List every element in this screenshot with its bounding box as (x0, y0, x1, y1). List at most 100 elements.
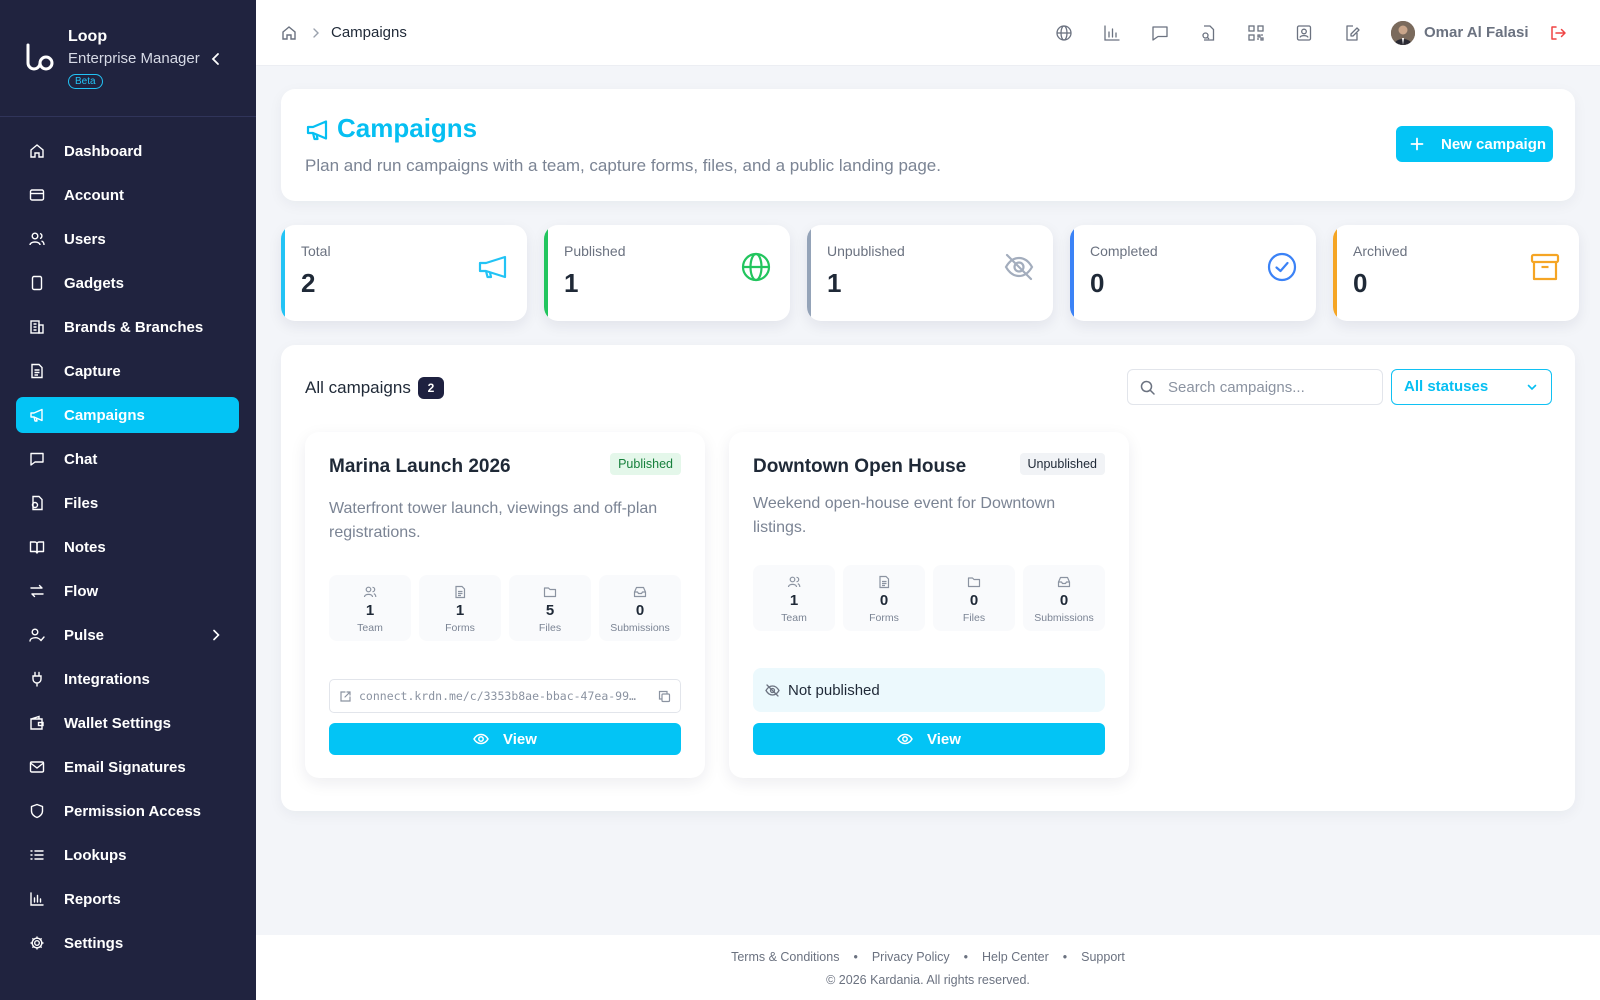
logout-icon[interactable] (1549, 24, 1567, 42)
sidebar-item-brands-branches[interactable]: Brands & Branches (16, 309, 239, 345)
campaign-metrics: 1 Team 0 Forms 0 Files 0 Submissions (753, 565, 1105, 631)
search-input[interactable] (1168, 370, 1378, 404)
sidebar-item-email-signatures[interactable]: Email Signatures (16, 749, 239, 785)
campaign-card[interactable]: Downtown Open House Unpublished Weekend … (729, 432, 1129, 778)
metric-value: 1 (455, 602, 465, 619)
status-badge: Unpublished (1019, 453, 1105, 475)
page-header-card: Campaigns Plan and run campaigns with a … (281, 89, 1575, 201)
sidebar-item-label: Files (64, 494, 99, 512)
search-box (1127, 369, 1383, 405)
brand: Loop Enterprise Manager Beta (22, 26, 242, 96)
megaphone-icon (478, 255, 507, 279)
folder-icon (967, 577, 981, 588)
metric-files: 5 Files (509, 575, 591, 641)
avatar[interactable] (1391, 21, 1415, 45)
stat-value: 0 (1353, 268, 1368, 298)
sidebar-item-capture[interactable]: Capture (16, 353, 239, 389)
sidebar-item-pulse[interactable]: Pulse (16, 617, 239, 653)
sidebar-item-reports[interactable]: Reports (16, 881, 239, 917)
metric-label: Forms (445, 622, 475, 634)
list-icon (30, 850, 44, 860)
metric-value: 1 (365, 602, 375, 619)
metric-files: 0 Files (933, 565, 1015, 631)
building-icon (30, 320, 44, 334)
sidebar-item-lookups[interactable]: Lookups (16, 837, 239, 873)
metric-label: Forms (869, 612, 899, 624)
sidebar-item-label: Permission Access (64, 802, 202, 820)
pulse-icon (29, 628, 45, 642)
users-icon (29, 232, 45, 246)
campaign-title[interactable]: Downtown Open House (753, 456, 966, 478)
public-link-field[interactable]: connect.krdn.me/c/3353b8ae-bbac-47ea-99… (329, 679, 681, 713)
metric-team: 1 Team (329, 575, 411, 641)
chat-icon[interactable] (1151, 24, 1169, 42)
campaign-card[interactable]: Marina Launch 2026 Published Waterfront … (305, 432, 705, 778)
sidebar-item-permission-access[interactable]: Permission Access (16, 793, 239, 829)
sidebar-item-settings[interactable]: Settings (16, 925, 239, 961)
globe-icon (741, 252, 771, 282)
user-photo-icon (1391, 21, 1415, 45)
metric-label: Files (962, 612, 986, 624)
sidebar-item-label: Pulse (64, 626, 105, 644)
copy-icon[interactable] (658, 690, 671, 703)
document-icon (31, 363, 43, 379)
sidebar-item-label: Flow (64, 582, 99, 600)
sidebar-item-wallet-settings[interactable]: Wallet Settings (16, 705, 239, 741)
sidebar-item-files[interactable]: Files (16, 485, 239, 521)
sidebar-item-users[interactable]: Users (16, 221, 239, 257)
gear-icon (30, 936, 44, 950)
stat-label: Published (564, 243, 626, 259)
chevron-right-icon (313, 28, 319, 38)
edit-icon[interactable] (1343, 24, 1361, 42)
sidebar-item-integrations[interactable]: Integrations (16, 661, 239, 697)
stat-accent-bar (544, 225, 548, 321)
external-link-icon (340, 691, 351, 702)
stat-label: Unpublished (827, 243, 905, 259)
not-published-notice: Not published (753, 668, 1105, 712)
new-campaign-label: New campaign (1441, 135, 1547, 153)
footer-separator: • (853, 950, 858, 964)
user-name[interactable]: Omar Al Falasi (1424, 24, 1529, 41)
eye-off-icon (1004, 253, 1034, 281)
count-badge: 2 (418, 377, 444, 399)
footer-links: Terms & Conditions • Privacy Policy • Help C… (256, 950, 1600, 964)
sidebar-item-label: Wallet Settings (64, 714, 171, 732)
footer-link-support[interactable]: Support (1081, 950, 1125, 964)
sidebar-item-campaigns[interactable]: Campaigns (16, 397, 239, 433)
new-campaign-button[interactable]: New campaign (1396, 126, 1553, 162)
contact-icon[interactable] (1295, 24, 1313, 42)
campaign-title[interactable]: Marina Launch 2026 (329, 456, 511, 478)
chevron-right-icon[interactable] (209, 628, 223, 642)
home-icon[interactable] (281, 25, 297, 41)
qr-icon[interactable] (1247, 24, 1265, 42)
bar-chart-icon[interactable] (1103, 24, 1121, 42)
metric-submissions: 0 Submissions (1023, 565, 1105, 631)
chevron-left-icon[interactable] (208, 50, 224, 68)
view-button[interactable]: View (329, 723, 681, 755)
sidebar-item-label: Gadgets (64, 274, 125, 292)
sidebar-item-dashboard[interactable]: Dashboard (16, 133, 239, 169)
eye-off-icon (765, 684, 780, 697)
check-circle-icon (1267, 252, 1297, 282)
sidebar-item-chat[interactable]: Chat (16, 441, 239, 477)
stat-value: 2 (301, 268, 316, 298)
sidebar-nav: Dashboard Account Users Gadgets Brands &… (16, 133, 239, 969)
topbar: Campaigns Omar Al Falasi (256, 0, 1600, 66)
stat-card-archived: Archived 0 (1333, 225, 1579, 321)
sidebar-item-label: Capture (64, 362, 121, 380)
view-button[interactable]: View (753, 723, 1105, 755)
sidebar-item-label: Users (64, 230, 106, 248)
status-filter-select[interactable]: All statuses (1391, 369, 1552, 405)
globe-icon[interactable] (1055, 24, 1073, 42)
sidebar-item-gadgets[interactable]: Gadgets (16, 265, 239, 301)
file-search-icon[interactable] (1199, 24, 1217, 42)
footer-link-terms[interactable]: Terms & Conditions (731, 950, 839, 964)
footer-link-help[interactable]: Help Center (982, 950, 1049, 964)
footer-link-privacy[interactable]: Privacy Policy (872, 950, 950, 964)
sidebar-item-notes[interactable]: Notes (16, 529, 239, 565)
stat-accent-bar (281, 225, 285, 321)
sidebar-item-account[interactable]: Account (16, 177, 239, 213)
archive-icon (1530, 253, 1560, 281)
sidebar-item-flow[interactable]: Flow (16, 573, 239, 609)
sidebar-item-label: Reports (64, 890, 121, 908)
